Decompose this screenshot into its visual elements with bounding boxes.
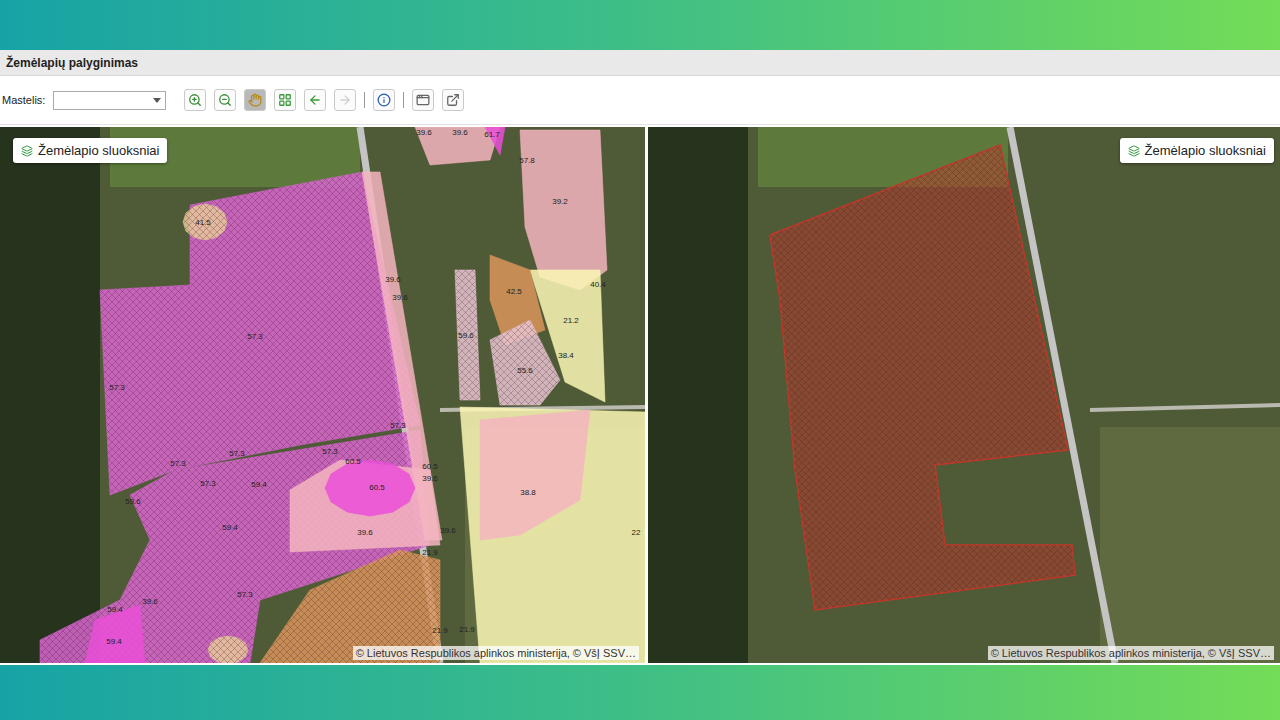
zone-label: 59.4 (222, 523, 238, 532)
window-title: Žemėlapių palyginimas (0, 50, 1280, 76)
map-zone[interactable] (85, 605, 145, 663)
zone-label: 57.3 (109, 383, 125, 392)
zone-label: 39.2 (552, 197, 568, 206)
forward-icon (338, 93, 352, 107)
map-zone[interactable] (520, 130, 607, 290)
extent-button[interactable] (274, 89, 296, 111)
map-compare-area: 41.5 57.3 39.6 39.6 57.3 57.3 57.3 57.3 57.3 57.3… (0, 125, 1280, 665)
zone-label: 60.5 (345, 457, 361, 466)
zoomout-button[interactable] (214, 89, 236, 111)
zoomout-icon (218, 93, 232, 107)
extent-icon (278, 93, 292, 107)
zone-label: 57.8 (519, 156, 535, 165)
forest-area (0, 127, 100, 663)
window-icon (416, 93, 430, 107)
zone-label: 21.9 (432, 626, 448, 635)
compare-window: Žemėlapių palyginimas Mastelis: 41.5 57.3 39… (0, 50, 1280, 665)
window-button[interactable] (412, 89, 434, 111)
zone-label: 22 (632, 528, 641, 537)
forest-area (648, 127, 748, 663)
info-icon (377, 93, 391, 107)
zone-label: 60.5 (369, 483, 385, 492)
map-zone[interactable] (183, 204, 227, 240)
map-zone[interactable] (415, 127, 500, 165)
map-zone[interactable] (485, 127, 505, 155)
bottom-band (0, 665, 1280, 720)
zone-label: 60.5 (422, 462, 438, 471)
zone-label: 21.2 (563, 316, 579, 325)
zone-label: 39.6 (142, 597, 158, 606)
zone-label: 61.7 (484, 130, 500, 139)
pan-icon (248, 93, 262, 107)
map-pane[interactable]: Žemėlapio sluoksniai © Lietuvos Respublik… (648, 127, 1280, 663)
zone-label: 39.6 (440, 526, 456, 535)
zone-label: 57.3 (237, 590, 253, 599)
map-zone[interactable] (480, 410, 590, 540)
export-button[interactable] (442, 89, 464, 111)
zone-label: 59.6 (458, 331, 474, 340)
toolbar: Mastelis: (0, 76, 1280, 125)
zone-label: 40.4 (590, 280, 606, 289)
scale-label: Mastelis: (2, 94, 45, 106)
zone-label: 38.4 (558, 351, 574, 360)
zone-label: 39.6 (385, 275, 401, 284)
map-zone[interactable] (325, 460, 415, 516)
zone-label: 59.4 (106, 637, 122, 646)
zone-label: 55.6 (517, 366, 533, 375)
page: Žemėlapių palyginimas Mastelis: 41.5 57.3 39… (0, 0, 1280, 720)
zone-label: 59.4 (251, 480, 267, 489)
map-zone[interactable] (455, 270, 480, 400)
zone-label: 39.6 (422, 474, 438, 483)
zone-label: 57.3 (200, 479, 216, 488)
map-zone[interactable] (770, 145, 1075, 610)
layers-icon (1128, 145, 1140, 157)
zone-label: 57.3 (322, 447, 338, 456)
lane (1090, 405, 1280, 410)
zone-label: 41.5 (195, 218, 211, 227)
zone-label: 57.3 (170, 459, 186, 468)
zone-label: 39.6 (452, 128, 468, 137)
map-canvas[interactable]: 41.5 57.3 39.6 39.6 57.3 57.3 57.3 57.3 57.3 57.3… (0, 127, 645, 663)
map-attribution: © Lietuvos Respublikos aplinkos minister… (353, 646, 639, 660)
scale-select[interactable] (53, 91, 166, 110)
zone-label: 39.6 (392, 293, 408, 302)
zone-label: 42.5 (506, 287, 522, 296)
layers-button[interactable]: Žemėlapio sluoksniai (13, 138, 167, 163)
layers-icon (21, 145, 33, 157)
zone-label: 59.6 (125, 497, 141, 506)
export-icon (446, 93, 460, 107)
zone-label: 21.9 (459, 625, 475, 634)
field-area (1100, 427, 1280, 663)
layers-button[interactable]: Žemėlapio sluoksniai (1120, 138, 1274, 163)
zone-label: 57.3 (247, 332, 263, 341)
map-zone[interactable] (290, 460, 440, 552)
toolbar-separator (364, 92, 365, 108)
map-zone[interactable] (208, 636, 248, 663)
map-canvas[interactable] (648, 127, 1280, 663)
map-pane[interactable]: 41.5 57.3 39.6 39.6 57.3 57.3 57.3 57.3 57.3 57.3… (0, 127, 645, 663)
forward-button[interactable] (334, 89, 356, 111)
back-button[interactable] (304, 89, 326, 111)
back-icon (308, 93, 322, 107)
dropdown-icon (153, 98, 161, 103)
zone-label: 39.6 (357, 528, 373, 537)
zone-label: 57.3 (229, 449, 245, 458)
top-band (0, 0, 1280, 50)
zoomin-icon (188, 93, 202, 107)
zone-label: 21.9 (422, 548, 438, 557)
map-zone[interactable] (490, 320, 560, 405)
info-button[interactable] (373, 89, 395, 111)
zoomin-button[interactable] (184, 89, 206, 111)
zone-label: 59.4 (107, 605, 123, 614)
zone-label: 38.8 (520, 488, 536, 497)
zone-label: 57.3 (390, 421, 406, 430)
zone-label: 39.6 (416, 128, 432, 137)
map-zone[interactable] (460, 407, 645, 663)
map-attribution: © Lietuvos Respublikos aplinkos minister… (988, 646, 1274, 660)
toolbar-separator (403, 92, 404, 108)
pan-button[interactable] (244, 89, 266, 111)
